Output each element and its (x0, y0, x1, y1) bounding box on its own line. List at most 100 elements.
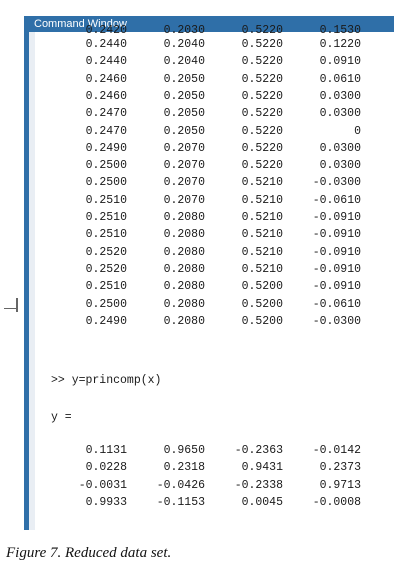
matrix-cell: 0.1220 (319, 38, 361, 51)
matrix-cell: 0.2440 (85, 55, 127, 69)
matrix-cell: 0 (354, 124, 361, 138)
matrix-cell: 0.5220 (241, 107, 283, 121)
matrix-cell: 0.2080 (163, 245, 205, 259)
left-tick (16, 298, 18, 312)
matrix-row: 0.2470 0.2050 0.5220 0.0300 (35, 105, 394, 122)
matrix-cell: 0.5220 (241, 89, 283, 103)
matrix-row: 0.2500 0.2070 0.5210 -0.0300 (35, 174, 394, 191)
matrix-cell: -0.0300 (312, 314, 361, 328)
matrix-cell: 0.2510 (85, 193, 127, 207)
matrix-row: 0.2510 0.2080 0.5200 -0.0910 (35, 278, 394, 295)
matrix-cell: -0.0610 (312, 297, 361, 311)
matrix-row: 0.2500 0.2080 0.5200 -0.0610 (35, 296, 394, 313)
result-row: 0.1131 0.9650 -0.2363 -0.0142 (35, 442, 394, 459)
matrix-cell: -0.0008 (312, 495, 361, 509)
matrix-cell: 0.9713 (319, 478, 361, 492)
matrix-cell: -0.1153 (156, 495, 205, 509)
matrix-cell: 0.9933 (85, 495, 127, 509)
matrix-cell: 0.2080 (163, 297, 205, 311)
matrix-row: 0.2460 0.2050 0.5220 0.0300 (35, 88, 394, 105)
matrix-cell: 0.2500 (85, 297, 127, 311)
matrix-cell: 0.5220 (241, 124, 283, 138)
matrix-cell: -0.0426 (156, 478, 205, 492)
matrix-cell: 0.2040 (163, 38, 205, 51)
matrix-cell: 0.2040 (163, 55, 205, 69)
matrix-cell: 0.0228 (85, 461, 127, 475)
matrix-cell: 0.2490 (85, 314, 127, 328)
matrix-cell: 0.2080 (163, 228, 205, 242)
matrix-cell: 0.2070 (163, 193, 205, 207)
matrix-cell: 0.5210 (241, 245, 283, 259)
matrix-row: 0.2490 0.2070 0.5220 0.0300 (35, 140, 394, 157)
matrix-cell: 0.2080 (163, 280, 205, 294)
matrix-cell: 0.5220 (241, 72, 283, 86)
matrix-cell: 0.0610 (319, 72, 361, 86)
matrix-cell: -0.0142 (312, 444, 361, 457)
matrix-cell: 0.2070 (163, 176, 205, 190)
matrix-row: 0.2500 0.2070 0.5220 0.0300 (35, 157, 394, 174)
matrix-cell: 0.5220 (241, 55, 283, 69)
matrix-cell: -0.2363 (234, 444, 283, 457)
command-output[interactable]: >> y=princomp(x) y = fx >> 0.24200.20300… (35, 24, 394, 530)
matrix-cell: 0.2050 (163, 89, 205, 103)
matrix-cell: -0.0910 (312, 228, 361, 242)
matrix-row: 0.2510 0.2080 0.5210 -0.0910 (35, 226, 394, 243)
matrix-cell: 0.2070 (163, 159, 205, 173)
result-row: 0.9933 -0.1153 0.0045 -0.0008 (35, 494, 394, 511)
matrix-cell: 0.5200 (241, 297, 283, 311)
matrix-cell: 0.2520 (85, 262, 127, 276)
matrix-cell: 0.2460 (85, 89, 127, 103)
matrix-row: 0.2490 0.2080 0.5200 -0.0300 (35, 313, 394, 330)
matrix-cell: 0.9650 (163, 444, 205, 457)
matrix-cell: 0.5210 (241, 193, 283, 207)
matrix-cell: -0.0910 (312, 262, 361, 276)
matrix-cell: 0.2510 (85, 280, 127, 294)
matrix-cell: 0.2080 (163, 211, 205, 224)
matrix-cell: 0.2050 (163, 72, 205, 86)
matrix-row: 0.2460 0.2050 0.5220 0.0610 (35, 71, 394, 88)
matrix-row: 0.2520 0.2080 0.5210 -0.0910 (35, 244, 394, 261)
matrix-cell: 0.2470 (85, 107, 127, 121)
matrix-cell: -0.0031 (78, 478, 127, 492)
result-row: 0.0228 0.2318 0.9431 0.2373 (35, 459, 394, 476)
matrix-cell: 0.9431 (241, 461, 283, 475)
matrix-cell: 0.5220 (241, 141, 283, 155)
matrix-cell: 0.2050 (163, 107, 205, 121)
left-tick-horizontal (4, 308, 18, 309)
matrix-cell: 0.2510 (85, 228, 127, 242)
matrix-cell: 0.2070 (163, 141, 205, 155)
matrix-cell: 0.2500 (85, 159, 127, 173)
figure-caption: Figure 7. Reduced data set. (6, 545, 172, 561)
matrix-cell: 0.2520 (85, 245, 127, 259)
matrix-cell: 0.2080 (163, 262, 205, 276)
matrix-cell: 0.5200 (241, 280, 283, 294)
matrix-row: 0.2440 0.2040 0.5220 0.1220 (35, 36, 394, 53)
matrix-cell: 0.0045 (241, 495, 283, 509)
function-browser-icon[interactable]: fx (35, 528, 45, 530)
matrix-cell: 0.2050 (163, 124, 205, 138)
matrix-cell: 0.5220 (241, 38, 283, 51)
matrix-cell: -0.0910 (312, 245, 361, 259)
matrix-cell: -0.0910 (312, 211, 361, 224)
matrix-cell: 0.5220 (241, 159, 283, 173)
matrix-cell: 0.0300 (319, 107, 361, 121)
matrix-cell: 0.0300 (319, 89, 361, 103)
matrix-cell: 0.1131 (85, 444, 127, 457)
matrix-cell: 0.2373 (319, 461, 361, 475)
matrix-cell: -0.0910 (312, 280, 361, 294)
matrix-cell: 0.0300 (319, 159, 361, 173)
matrix-row: 0.2440 0.2040 0.5220 0.0910 (35, 53, 394, 70)
matrix-cell: 0.5210 (241, 228, 283, 242)
matrix-cell: 0.2318 (163, 461, 205, 475)
matrix-cell: -0.0300 (312, 176, 361, 190)
matrix-cell: 0.5200 (241, 314, 283, 328)
matrix-cell: 0.2440 (85, 38, 127, 51)
command-prompt-row[interactable]: fx >> (35, 528, 394, 530)
matrix-row: 0.2510 0.2070 0.5210 -0.0610 (35, 192, 394, 209)
result-row: -0.0031 -0.0426 -0.2338 0.9713 (35, 477, 394, 494)
matrix-cell: 0.0300 (319, 141, 361, 155)
left-margin (0, 0, 18, 540)
matrix-row: 0.2470 0.2050 0.5220 0 (35, 123, 394, 140)
matrix-cell: -0.2338 (234, 478, 283, 492)
command-window[interactable]: Command Window >> y=princomp(x) y = fx >… (24, 16, 394, 530)
